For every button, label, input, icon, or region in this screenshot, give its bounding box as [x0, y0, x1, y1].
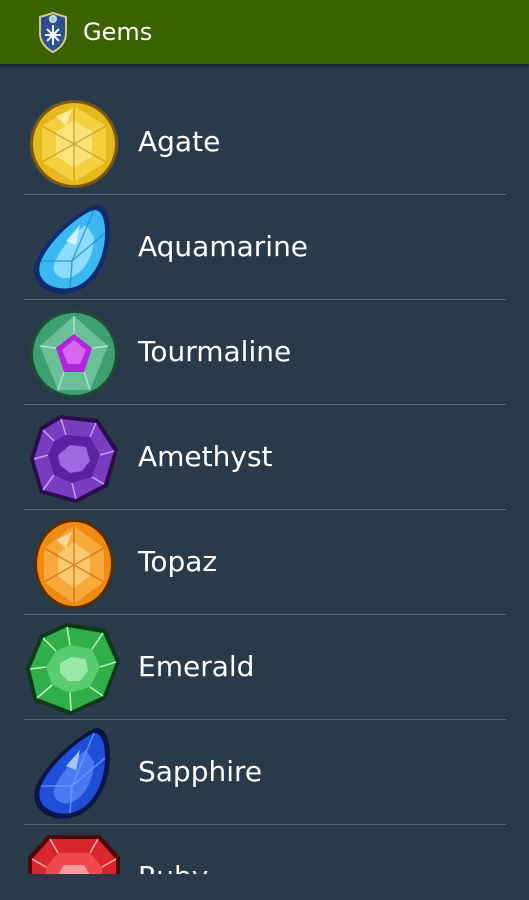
gem-label: Tourmaline — [138, 335, 292, 368]
gem-label: Agate — [138, 125, 221, 158]
list-item-agate[interactable]: Agate — [24, 90, 506, 195]
agate-gem-icon — [30, 100, 118, 188]
app-title: Gems — [83, 18, 153, 46]
gem-list: Agate Aquamarine Tourmaline Amethyst Top… — [0, 66, 529, 874]
gem-label: Aquamarine — [138, 230, 309, 263]
list-item-emerald[interactable]: Emerald — [24, 615, 506, 720]
tourmaline-gem-icon — [30, 310, 118, 398]
emerald-gem-icon — [26, 623, 120, 715]
ruby-gem-icon — [28, 835, 120, 874]
gem-label: Ruby — [138, 825, 208, 874]
list-item-sapphire[interactable]: Sapphire — [24, 720, 506, 825]
list-item-tourmaline[interactable]: Tourmaline — [24, 300, 506, 405]
topaz-gem-icon — [34, 519, 114, 609]
gem-label: Amethyst — [138, 440, 273, 473]
list-item-amethyst[interactable]: Amethyst — [24, 405, 506, 510]
app-bar: Gems — [0, 0, 529, 64]
gem-label: Emerald — [138, 650, 255, 683]
list-item-topaz[interactable]: Topaz — [24, 510, 506, 615]
gem-label: Sapphire — [138, 755, 263, 788]
shield-emblem-icon[interactable] — [36, 11, 70, 53]
list-item-ruby[interactable]: Ruby — [24, 825, 506, 874]
sapphire-gem-icon — [34, 728, 110, 819]
gem-label: Topaz — [138, 545, 218, 578]
bottom-edge — [0, 874, 529, 900]
amethyst-gem-icon — [30, 415, 118, 503]
list-item-aquamarine[interactable]: Aquamarine — [24, 195, 506, 300]
aquamarine-gem-icon — [34, 205, 110, 294]
